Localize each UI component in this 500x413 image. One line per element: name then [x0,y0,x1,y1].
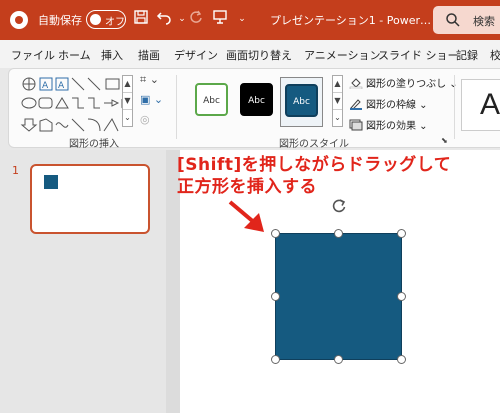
tab-animations[interactable]: アニメーション [304,47,381,63]
resize-handle-bottom[interactable] [334,355,343,364]
tab-slideshow[interactable]: スライド ショー [378,47,459,63]
style-tile-black[interactable]: Abc [235,77,278,127]
tab-transitions[interactable]: 画面切り替え [226,47,292,63]
dialog-launcher-icon[interactable]: ⬊ [441,136,448,145]
slide-number: 1 [12,164,19,177]
search-box[interactable]: 検索 [433,6,500,34]
tab-home[interactable]: ホーム [58,47,91,63]
tab-design[interactable]: デザイン [174,47,218,63]
slide-thumbnail[interactable] [30,164,150,234]
merge-shapes-icon[interactable]: ◎ [140,113,150,126]
text-box-icon[interactable]: ▣ ⌄ [140,93,163,106]
redo-icon[interactable] [188,9,208,29]
tab-file[interactable]: ファイル [11,47,55,63]
scroll-down-icon[interactable]: ▼ [123,93,132,110]
resize-handle-right[interactable] [397,292,406,301]
effects-icon [349,119,363,131]
thumbnail-square-shape [44,175,58,189]
resize-handle-top[interactable] [334,229,343,238]
customize-toolbar-icon[interactable]: ⌄ [232,9,252,29]
gallery-more-icon[interactable]: ⌄ [123,110,132,127]
tab-review[interactable]: 校 [490,47,500,63]
ribbon: A A ▲ ▼ ⌄ ⌗ ⌄ ▣ ⌄ ◎ 図形の挿入 Abc Abc Abc ▲ … [8,68,500,150]
title-bar: 自動保存 オフ ⌄ ⌄ プレゼンテーション1 - Power… 検索 [0,0,500,40]
resize-handle-bottom-right[interactable] [397,355,406,364]
annotation-line-1: [Shift]を押しながらドラッグして [177,155,452,175]
powerpoint-logo-icon [10,11,28,29]
svg-text:A: A [58,81,65,91]
document-title: プレゼンテーション1 - Power… [270,14,431,27]
resize-handle-top-left[interactable] [271,229,280,238]
resize-handle-top-right[interactable] [397,229,406,238]
shape-fill-button[interactable]: 図形の塗りつぶし ⌄ [349,75,458,90]
style-tile-outline[interactable]: Abc [190,77,233,127]
square-shape[interactable] [275,233,402,360]
annotation-line-2: 正方形を挿入する [177,177,317,197]
style-tile-blue-selected[interactable]: Abc [280,77,323,127]
group-label-shape-styles: 図形のスタイル [279,139,349,150]
search-icon [445,12,461,32]
shape-gallery[interactable]: A A [20,75,132,133]
group-divider [454,75,455,139]
edit-shape-icon[interactable]: ⌗ ⌄ [140,73,159,87]
tab-draw[interactable]: 描画 [138,47,160,63]
tab-insert[interactable]: 挿入 [101,47,123,63]
style-more-icon[interactable]: ⌄ [333,110,342,127]
shape-effects-label: 図形の効果 [366,121,416,132]
autosave-toggle[interactable]: オフ [86,10,126,29]
shape-outline-label: 図形の枠線 [366,100,416,111]
toggle-knob [90,14,101,25]
style-gallery-scroll[interactable]: ▲ ▼ ⌄ [332,75,343,127]
style-tile-black-preview: Abc [240,83,273,116]
wordart-style-preview[interactable]: A [461,79,500,131]
shape-outline-button[interactable]: 図形の枠線 ⌄ [349,96,428,111]
present-from-beginning-icon[interactable] [212,9,232,29]
autosave-label: 自動保存 [38,14,82,27]
instruction-annotation: [Shift]を押しながらドラッグして 正方形を挿入する [177,154,451,198]
annotation-arrow-icon [228,200,264,232]
style-tile-outline-preview: Abc [195,83,228,116]
resize-handle-left[interactable] [271,292,280,301]
save-icon[interactable] [133,9,153,29]
group-label-insert-shapes: 図形の挿入 [69,139,119,150]
tab-record[interactable]: 記録 [456,47,478,63]
shape-gallery-scroll[interactable]: ▲ ▼ ⌄ [122,75,133,127]
resize-handle-bottom-left[interactable] [271,355,280,364]
shape-fill-label: 図形の塗りつぶし [366,79,447,90]
svg-text:A: A [42,81,49,91]
paint-bucket-icon [349,77,363,90]
ribbon-tabs: ファイル ホーム 挿入 描画 デザイン 画面切り替え アニメーション スライド … [0,40,500,68]
style-tile-blue-preview: Abc [285,84,318,117]
autosave-state: オフ [105,17,125,28]
pen-icon [349,98,363,110]
scroll-up-icon[interactable]: ▲ [123,76,132,93]
rotate-handle-icon[interactable] [331,198,347,214]
slides-panel: 1 [0,150,166,413]
search-label: 検索 [473,15,495,28]
group-divider [176,75,177,139]
style-scroll-up-icon[interactable]: ▲ [333,76,342,93]
style-scroll-down-icon[interactable]: ▼ [333,93,342,110]
shape-effects-button[interactable]: 図形の効果 ⌄ [349,117,428,132]
